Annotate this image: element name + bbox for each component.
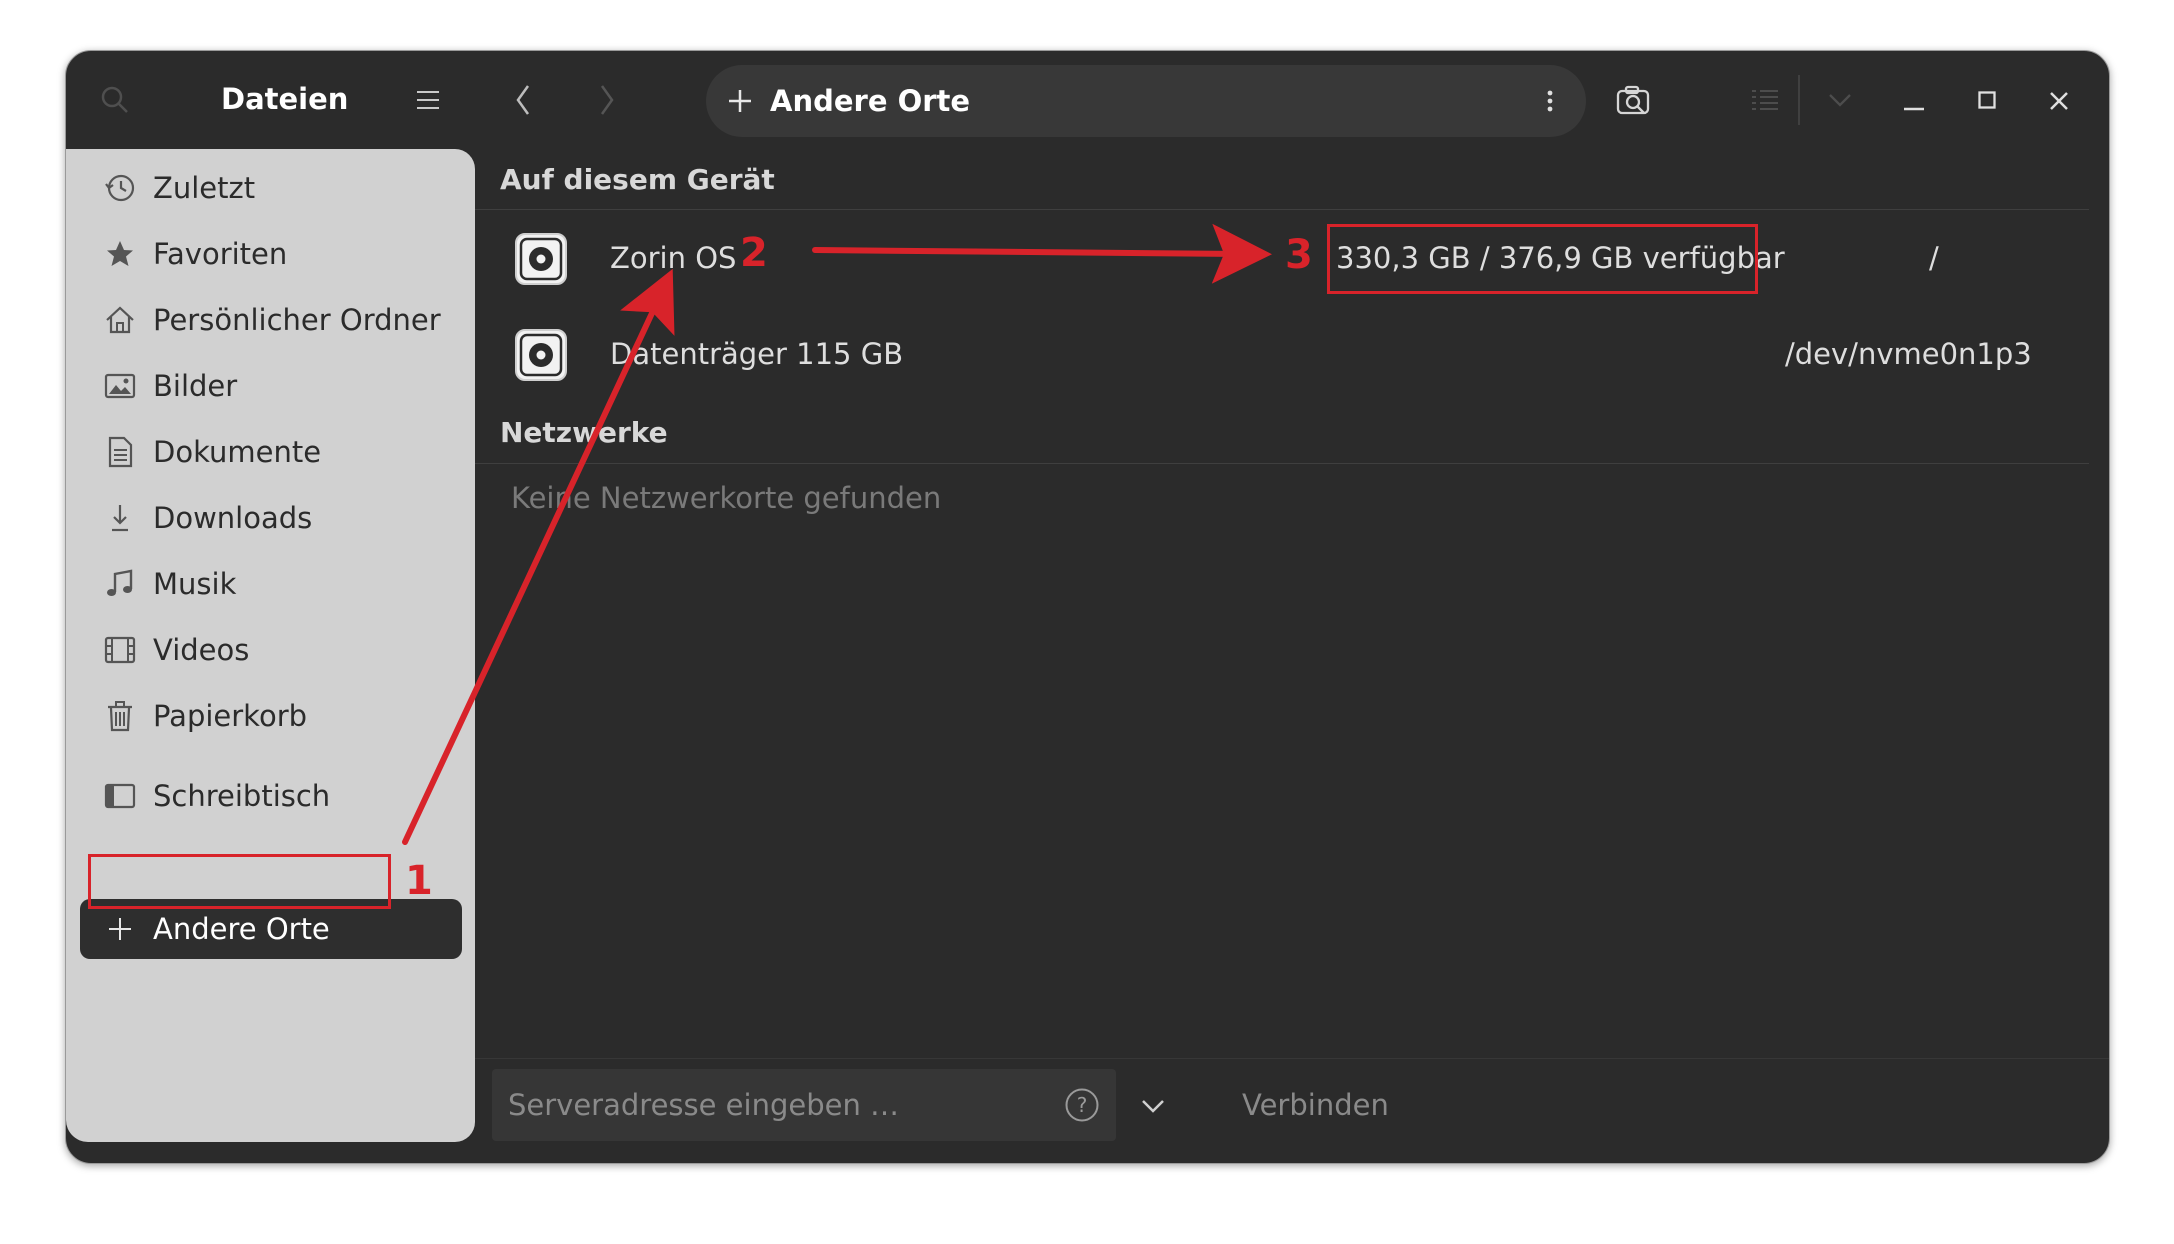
annotation-box-free-space [1327,224,1758,294]
annotation-overlay [402,223,1272,845]
annotation-box-other-places [88,854,391,909]
annotation-number-1: 1 [405,858,433,904]
annotation-arrow-1-to-2 [402,268,675,845]
annotation-number-2: 2 [740,230,768,276]
annotation-arrow-2-to-3 [812,223,1272,284]
annotation-number-3: 3 [1285,232,1313,278]
